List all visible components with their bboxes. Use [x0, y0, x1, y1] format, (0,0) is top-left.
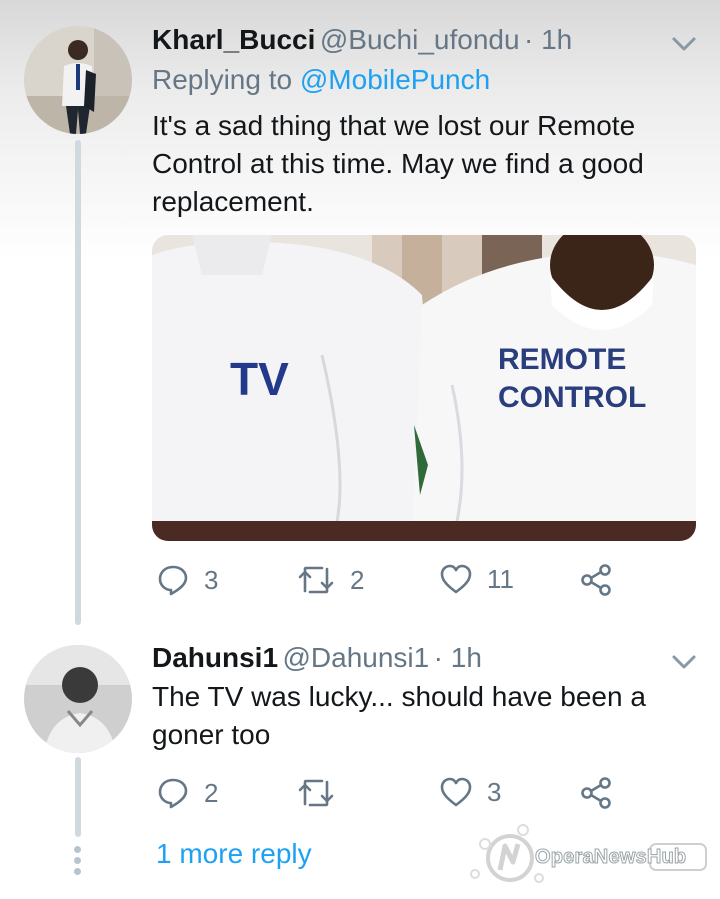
tweet-text: It's a sad thing that we lost our Remote… — [152, 110, 644, 217]
reply-action[interactable]: 3 — [156, 563, 218, 597]
replying-to: Replying to @MobilePunch — [152, 64, 490, 96]
tweet-kharl-bucci[interactable]: Kharl_Bucci @Buchi_ufondu · 1h Replying … — [0, 0, 720, 625]
user-handle[interactable]: @Dahunsi1 — [282, 642, 429, 673]
avatar[interactable] — [24, 645, 132, 753]
remote-shirt-label-2: CONTROL — [498, 381, 647, 414]
retweet-icon — [298, 566, 334, 594]
like-count: 11 — [487, 563, 514, 594]
user-handle[interactable]: @Buchi_ufondu — [320, 24, 520, 55]
tweet-image[interactable]: TV REMOTE CONTROL — [152, 235, 696, 541]
avatar[interactable] — [24, 26, 132, 134]
reply-count: 2 — [204, 777, 219, 808]
share-icon — [581, 564, 611, 596]
tweet-header: Dahunsi1 @Dahunsi1 · 1h — [152, 642, 482, 674]
retweet-action[interactable]: 2 — [296, 563, 364, 597]
reply-action[interactable]: 2 — [156, 776, 218, 810]
tweet-actions: 3 2 11 — [152, 563, 692, 603]
reply-icon — [158, 778, 188, 809]
reply-icon — [158, 565, 188, 596]
display-name[interactable]: Kharl_Bucci — [152, 24, 315, 55]
timestamp: · 1h — [524, 24, 573, 55]
replying-to-label: Replying to — [152, 64, 293, 95]
replying-to-handle[interactable]: @MobilePunch — [300, 64, 490, 95]
like-action[interactable]: 3 — [439, 776, 501, 808]
display-name[interactable]: Dahunsi1 — [152, 642, 278, 673]
retweet-action[interactable] — [296, 776, 350, 810]
tweet-dahunsi1[interactable]: Dahunsi1 @Dahunsi1 · 1h The TV was lucky… — [0, 620, 720, 837]
tweet-text: The TV was lucky... should have been a g… — [152, 681, 646, 750]
heart-icon — [440, 777, 472, 807]
remote-shirt-label-1: REMOTE — [498, 343, 627, 376]
like-count: 3 — [487, 776, 502, 807]
like-action[interactable]: 11 — [439, 563, 514, 595]
share-action[interactable] — [579, 776, 613, 810]
tweet-header: Kharl_Bucci @Buchi_ufondu · 1h — [152, 24, 572, 56]
watermark-text: OperaNewsHub — [534, 846, 687, 869]
retweet-icon — [298, 779, 334, 807]
share-action[interactable] — [579, 563, 613, 597]
retweet-count: 2 — [350, 564, 365, 595]
thread-connector — [75, 757, 81, 837]
more-replies-link[interactable]: 1 more reply — [156, 838, 312, 870]
tweet-actions: 2 3 — [152, 776, 692, 816]
thread-connector — [75, 140, 81, 625]
chevron-down-icon[interactable] — [670, 34, 698, 54]
tv-shirt-label: TV — [230, 353, 289, 405]
chevron-down-icon[interactable] — [670, 652, 698, 672]
share-icon — [581, 777, 611, 809]
thread-dots — [74, 846, 82, 879]
heart-icon — [440, 564, 472, 594]
timestamp: · 1h — [433, 642, 482, 673]
reply-count: 3 — [204, 564, 219, 595]
